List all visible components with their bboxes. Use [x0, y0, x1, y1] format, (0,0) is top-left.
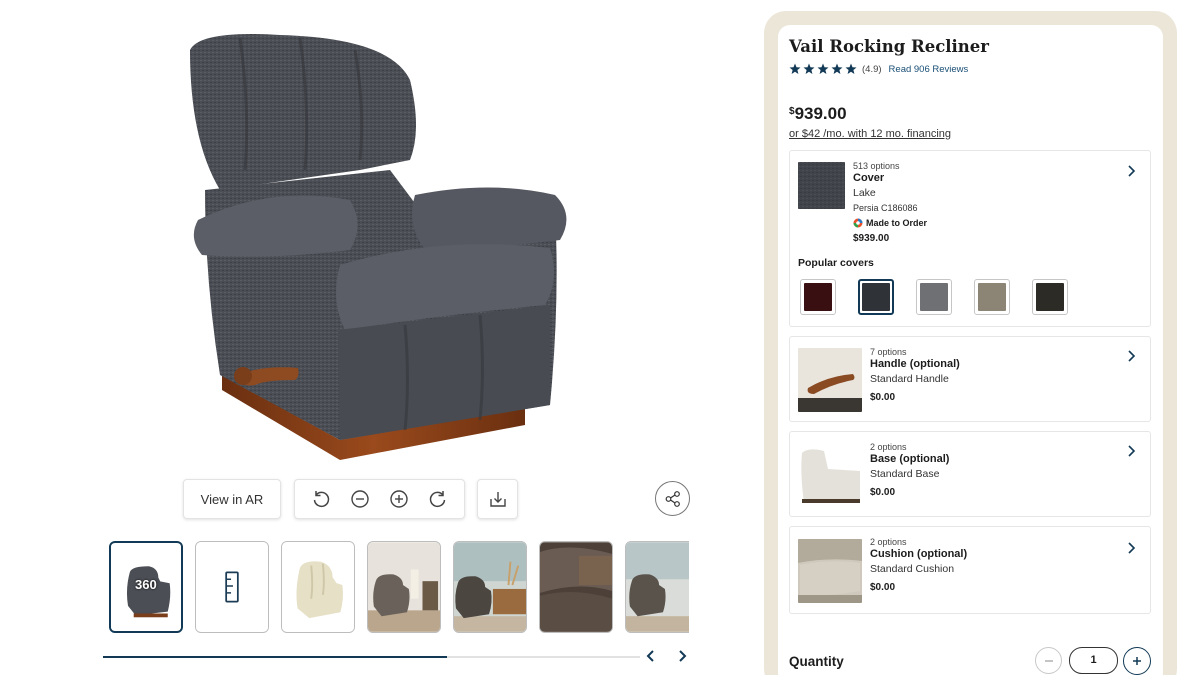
base-option-value: Standard Base: [870, 468, 940, 480]
base-options-count: 2 options: [870, 442, 907, 452]
base-option-card[interactable]: 2 options Base (optional) Standard Base …: [789, 431, 1151, 517]
cover-option-info: 513 options Cover Lake Persia C186086 Ma…: [853, 161, 927, 244]
star-icon: [831, 63, 843, 74]
cushion-option-info: 2 options Cushion (optional) Standard Cu…: [870, 537, 967, 593]
cover-swatch-charcoal[interactable]: [1032, 279, 1068, 315]
price-amount: 939.00: [794, 104, 847, 123]
star-icon: [803, 63, 815, 74]
quantity-increment-button[interactable]: [1123, 647, 1151, 675]
view-in-ar-button[interactable]: View in AR: [183, 479, 281, 519]
chevron-left-icon: [646, 650, 654, 662]
thumbnail-strip: 360: [109, 541, 689, 634]
zoom-in-icon[interactable]: [385, 485, 413, 513]
handle-option-info: 7 options Handle (optional) Standard Han…: [870, 347, 960, 403]
cushion-option-value: Standard Cushion: [870, 563, 955, 575]
base-option-image: [798, 443, 862, 507]
thumbnail-360-view[interactable]: 360: [109, 541, 183, 633]
chevron-right-icon: [1128, 445, 1136, 457]
cover-option-card[interactable]: 513 options Cover Lake Persia C186086 Ma…: [789, 150, 1151, 327]
product-title: Vail Rocking Recliner: [789, 37, 989, 56]
handle-option-image: [798, 348, 862, 412]
cushion-options-count: 2 options: [870, 537, 907, 547]
thumbnail-room-scene-1[interactable]: [367, 541, 441, 633]
popular-covers-swatches: [800, 279, 1068, 315]
cover-swatch-burgundy[interactable]: [800, 279, 836, 315]
thumbnail-scroll-progress: [103, 656, 447, 658]
cover-option-name: Cover: [853, 172, 885, 184]
download-button[interactable]: [477, 479, 518, 519]
quantity-label: Quantity: [789, 654, 844, 669]
handle-options-count: 7 options: [870, 347, 907, 357]
thumbnails-next-button[interactable]: [672, 646, 692, 666]
chevron-right-icon: [1128, 542, 1136, 554]
cover-swatch-taupe[interactable]: [974, 279, 1010, 315]
cover-swatch-image: [798, 162, 845, 209]
view-tool-group: [294, 479, 465, 519]
share-icon: [665, 490, 680, 507]
thumbnail-scrollbar[interactable]: [103, 656, 640, 658]
handle-option-price: $0.00: [870, 392, 896, 403]
star-icon: [789, 63, 801, 74]
share-button[interactable]: [655, 481, 690, 516]
base-option-name: Base (optional): [870, 453, 950, 465]
quantity-decrement-button[interactable]: [1035, 647, 1062, 674]
thumbnail-360-label: 360: [135, 577, 157, 592]
zoom-out-icon[interactable]: [346, 485, 374, 513]
product-viewer: View in AR 360: [0, 0, 740, 675]
cover-options-count: 513 options: [853, 161, 900, 171]
chevron-right-icon: [1128, 165, 1136, 177]
thumbnail-dimensions[interactable]: [195, 541, 269, 633]
quantity-input[interactable]: 1: [1069, 647, 1118, 674]
thumbnail-cream-recliner[interactable]: [281, 541, 355, 633]
product-3d-image[interactable]: [160, 20, 600, 470]
cushion-option-card[interactable]: 2 options Cushion (optional) Standard Cu…: [789, 526, 1151, 614]
minus-icon: [1044, 659, 1053, 662]
thumbnail-room-scene-3[interactable]: [625, 541, 689, 633]
product-config-panel: Vail Rocking Recliner (4.9) Read 906 Rev…: [764, 11, 1177, 675]
chevron-right-icon: [679, 650, 687, 662]
thumbnail-room-scene-2[interactable]: [453, 541, 527, 633]
rating-score: (4.9): [862, 63, 882, 75]
made-to-order-label: Made to Order: [866, 218, 928, 228]
thumbnails-prev-button[interactable]: [641, 646, 661, 666]
product-price: $ 939.00: [789, 104, 847, 124]
product-details-card: Vail Rocking Recliner (4.9) Read 906 Rev…: [778, 25, 1163, 675]
thumbnail-fabric-closeup[interactable]: [539, 541, 613, 633]
recliner-image: [190, 34, 567, 460]
base-option-price: $0.00: [870, 487, 896, 498]
rotate-ccw-icon[interactable]: [307, 485, 335, 513]
popular-covers-label: Popular covers: [798, 257, 874, 269]
rating-stars: [789, 63, 857, 75]
read-reviews-link[interactable]: Read 906 Reviews: [889, 64, 969, 75]
chevron-right-icon: [1128, 350, 1136, 362]
viewer-controls: View in AR: [0, 479, 740, 521]
cushion-option-name: Cushion (optional): [870, 548, 968, 560]
base-option-info: 2 options Base (optional) Standard Base …: [870, 442, 949, 498]
download-icon: [489, 492, 506, 507]
financing-link[interactable]: or $42 /mo. with 12 mo. financing: [789, 128, 951, 140]
cover-option-sub: Persia C186086: [853, 203, 918, 213]
cover-swatch-gray[interactable]: [916, 279, 952, 315]
cover-option-value: Lake: [853, 187, 876, 199]
handle-option-card[interactable]: 7 options Handle (optional) Standard Han…: [789, 336, 1151, 422]
cover-swatch-lake[interactable]: [858, 279, 894, 315]
cover-option-price: $939.00: [853, 233, 890, 244]
rotate-cw-icon[interactable]: [424, 485, 452, 513]
handle-option-value: Standard Handle: [870, 373, 949, 385]
made-to-order-icon: [853, 218, 863, 228]
product-rating: (4.9) Read 906 Reviews: [789, 63, 968, 75]
cushion-option-image: [798, 539, 862, 603]
made-to-order-badge: Made to Order: [853, 218, 927, 228]
cushion-option-price: $0.00: [870, 582, 896, 593]
star-icon: [845, 63, 857, 74]
handle-option-name: Handle (optional): [870, 358, 960, 370]
plus-icon: [1133, 657, 1141, 665]
star-icon: [817, 63, 829, 74]
